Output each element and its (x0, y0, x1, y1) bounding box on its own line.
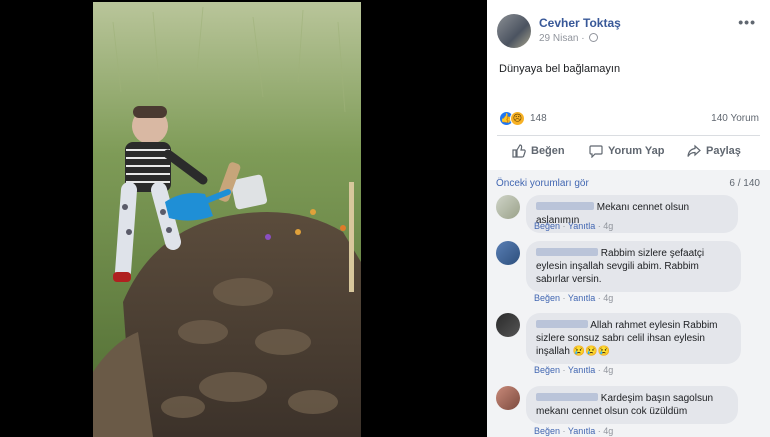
comment-like-link[interactable]: Beğen (534, 293, 560, 303)
comment-reply-link[interactable]: Yanıtla (568, 426, 595, 436)
previous-comments-link[interactable]: Önceki yorumları gör (496, 178, 589, 189)
like-button[interactable]: Beğen (512, 144, 565, 158)
comment-icon (589, 145, 603, 158)
share-button[interactable]: Paylaş (687, 144, 741, 158)
comment-reply-link[interactable]: Yanıtla (568, 221, 595, 231)
divider (497, 135, 760, 136)
comment-like-link[interactable]: Beğen (534, 221, 560, 231)
reactions-bar: 👍 ☹ 148 140 Yorum (499, 111, 759, 127)
comment-like-link[interactable]: Beğen (534, 365, 560, 375)
commenter-avatar[interactable] (496, 195, 520, 219)
comment-bubble: Kardeşim başın sagolsun mekanı cennet ol… (526, 386, 738, 424)
comment-reply-link[interactable]: Yanıtla (568, 365, 595, 375)
post-header: Cevher Toktaş 29 Nisan · ••• (497, 14, 762, 50)
globe-icon (589, 33, 599, 42)
post-actions: Beğen Yorum Yap Paylaş (497, 140, 760, 164)
comment-actions: Beğen · Yanıtla · 4g (534, 426, 614, 436)
comment-actions: Beğen · Yanıtla · 4g (534, 293, 614, 303)
commenter-name[interactable] (536, 393, 598, 401)
post-photo[interactable] (93, 2, 361, 437)
commenter-avatar[interactable] (496, 386, 520, 410)
comment-like-link[interactable]: Beğen (534, 426, 560, 436)
commenter-name[interactable] (536, 320, 588, 328)
share-icon (687, 144, 701, 157)
commenter-avatar[interactable] (496, 241, 520, 265)
post-date[interactable]: 29 Nisan · (539, 33, 599, 44)
comment-item: Rabbim sizlere şefaatçi eylesin inşallah… (496, 241, 762, 311)
grave-photo-illustration (93, 2, 361, 437)
commenter-name[interactable] (536, 248, 598, 256)
comment-actions: Beğen · Yanıtla · 4g (534, 365, 614, 375)
like-label: Beğen (531, 145, 565, 157)
author-avatar[interactable] (497, 14, 531, 48)
comment-count[interactable]: 140 Yorum (711, 113, 759, 124)
comment-item: Mekanı cennet olsun aslanımın Beğen · Ya… (496, 195, 762, 235)
comments-section: Önceki yorumları gör 6 / 140 Mekanı cenn… (487, 170, 770, 437)
comment-bubble: Rabbim sizlere şefaatçi eylesin inşallah… (526, 241, 741, 292)
comment-reply-link[interactable]: Yanıtla (568, 293, 595, 303)
comment-time[interactable]: 4g (603, 365, 613, 375)
comment-item: Kardeşim başın sagolsun mekanı cennet ol… (496, 386, 762, 436)
thumbs-up-icon (512, 144, 526, 158)
post-panel: Cevher Toktaş 29 Nisan · ••• Dünyaya bel… (487, 0, 770, 437)
comments-shown-count: 6 / 140 (729, 178, 760, 189)
author-name[interactable]: Cevher Toktaş (539, 16, 621, 30)
commenter-name[interactable] (536, 202, 594, 210)
comment-time[interactable]: 4g (603, 293, 613, 303)
post-date-text[interactable]: 29 Nisan (539, 33, 578, 44)
share-label: Paylaş (706, 145, 741, 157)
sad-reaction-icon[interactable]: ☹ (510, 111, 525, 126)
comment-button[interactable]: Yorum Yap (589, 144, 664, 158)
comment-label: Yorum Yap (608, 145, 665, 157)
comment-bubble: Allah rahmet eylesin Rabbim sizlere sons… (526, 313, 741, 364)
post-text: Dünyaya bel bağlamayın (499, 63, 621, 75)
comment-time[interactable]: 4g (603, 426, 613, 436)
reaction-count[interactable]: 148 (530, 113, 547, 124)
comment-time[interactable]: 4g (603, 221, 613, 231)
screenshot-root: Cevher Toktaş 29 Nisan · ••• Dünyaya bel… (0, 0, 770, 437)
more-options-button[interactable]: ••• (738, 14, 756, 30)
comment-item: Allah rahmet eylesin Rabbim sizlere sons… (496, 313, 762, 383)
commenter-avatar[interactable] (496, 313, 520, 337)
comment-actions: Beğen · Yanıtla · 4g (534, 221, 614, 231)
